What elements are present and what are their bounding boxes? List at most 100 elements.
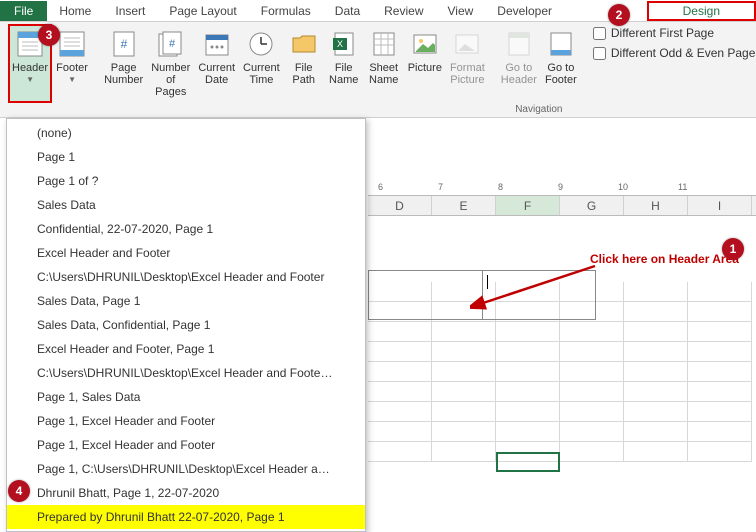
tab-data[interactable]: Data: [323, 1, 372, 21]
ruler-tick: 7: [438, 182, 443, 192]
goto-footer-button[interactable]: Go to Footer: [541, 24, 581, 103]
page-number-button[interactable]: # Page Number: [100, 24, 147, 103]
dd-item[interactable]: Page 1: [7, 145, 365, 169]
current-date-label: Current Date: [198, 62, 235, 86]
footer-icon: [56, 28, 88, 60]
goto-header-label: Go to Header: [501, 62, 537, 86]
tab-view[interactable]: View: [436, 1, 486, 21]
chevron-down-icon: ▼: [68, 75, 76, 84]
goto-footer-icon: [545, 28, 577, 60]
diff-first-label: Different First Page: [611, 26, 714, 40]
page-number-icon: #: [108, 28, 140, 60]
goto-footer-label: Go to Footer: [545, 62, 577, 86]
badge-1: 1: [722, 238, 744, 260]
dd-item[interactable]: Sales Data, Page 1: [7, 289, 365, 313]
header-presets-dropdown: (none) Page 1 Page 1 of ? Sales Data Con…: [6, 118, 366, 532]
chevron-down-icon: ▼: [26, 75, 34, 84]
number-of-pages-icon: #: [155, 28, 187, 60]
group-navigation: Go to Header Go to Footer Navigation: [493, 24, 585, 117]
format-picture-label: Format Picture: [450, 62, 485, 86]
annotation-text: Click here on Header Area: [590, 252, 739, 266]
dd-item[interactable]: Dhrunil Bhatt, Page 1, 22-07-2020: [7, 481, 365, 505]
header-button-label: Header: [12, 62, 48, 74]
badge-2: 2: [608, 4, 630, 26]
horizontal-ruler: 6 7 8 9 10 11: [368, 180, 756, 196]
calendar-icon: [201, 28, 233, 60]
sheet-name-button[interactable]: Sheet Name: [364, 24, 404, 103]
dd-item[interactable]: Page 1, Sales Data: [7, 385, 365, 409]
ribbon: Header ▼ Footer ▼ # Page Number # Number…: [0, 22, 756, 118]
ruler-tick: 8: [498, 182, 503, 192]
different-first-page-checkbox[interactable]: Different First Page: [593, 26, 756, 40]
dd-item[interactable]: (none): [7, 121, 365, 145]
ruler-tick: 6: [378, 182, 383, 192]
dd-item[interactable]: Page 1, C:\Users\DHRUNIL\Desktop\Excel H…: [7, 457, 365, 481]
column-header[interactable]: E: [432, 196, 496, 215]
ribbon-tabs: File Home Insert Page Layout Formulas Da…: [0, 0, 756, 22]
column-header[interactable]: H: [624, 196, 688, 215]
tab-home[interactable]: Home: [47, 1, 103, 21]
badge-4: 4: [8, 480, 30, 502]
svg-text:#: #: [120, 37, 127, 51]
column-header[interactable]: F: [496, 196, 560, 215]
ruler-tick: 11: [678, 182, 687, 192]
folder-icon: [288, 28, 320, 60]
format-picture-button: Format Picture: [446, 24, 489, 103]
file-path-label: File Path: [288, 62, 320, 86]
current-time-button[interactable]: Current Time: [239, 24, 284, 103]
tab-page-layout[interactable]: Page Layout: [157, 1, 248, 21]
column-header[interactable]: D: [368, 196, 432, 215]
file-name-button[interactable]: X File Name: [324, 24, 364, 103]
current-date-button[interactable]: Current Date: [194, 24, 239, 103]
tab-review[interactable]: Review: [372, 1, 435, 21]
picture-label: Picture: [408, 62, 442, 74]
dd-item[interactable]: Page 1, Excel Header and Footer: [7, 433, 365, 457]
number-of-pages-button[interactable]: # Number of Pages: [147, 24, 194, 103]
dd-item[interactable]: Page 1, Excel Header and Footer: [7, 409, 365, 433]
dd-item-highlighted[interactable]: Prepared by Dhrunil Bhatt 22-07-2020, Pa…: [7, 505, 365, 529]
tab-design[interactable]: Design: [647, 1, 756, 21]
group-elements: # Page Number # Number of Pages Current …: [96, 24, 493, 117]
badge-3: 3: [38, 24, 60, 46]
clock-icon: [245, 28, 277, 60]
diff-odd-even-label: Different Odd & Even Pages: [611, 46, 756, 60]
goto-header-icon: [503, 28, 535, 60]
header-left-segment[interactable]: [369, 271, 483, 319]
page-number-label: Page Number: [104, 62, 143, 86]
file-name-label: File Name: [328, 62, 360, 86]
navigation-group-label: Navigation: [497, 103, 581, 117]
sheet-name-label: Sheet Name: [368, 62, 400, 86]
checkbox-diff-first[interactable]: [593, 27, 606, 40]
picture-icon: [409, 28, 441, 60]
tab-formulas[interactable]: Formulas: [249, 1, 323, 21]
worksheet-area: 6 7 8 9 10 11 D E F G H I: [368, 180, 756, 525]
ruler-tick: 9: [558, 182, 563, 192]
file-path-button[interactable]: File Path: [284, 24, 324, 103]
tab-developer[interactable]: Developer: [485, 1, 564, 21]
dd-item[interactable]: Excel Header and Footer, Page 1: [7, 337, 365, 361]
dd-item[interactable]: Sales Data, Confidential, Page 1: [7, 313, 365, 337]
dd-item[interactable]: Page 1 of ?: [7, 169, 365, 193]
annotation-arrow: [470, 262, 600, 312]
format-picture-icon: [451, 28, 483, 60]
ruler-tick: 10: [618, 182, 628, 192]
picture-button[interactable]: Picture: [404, 24, 446, 103]
svg-text:#: #: [169, 38, 176, 50]
sheet-icon: [368, 28, 400, 60]
dd-item[interactable]: C:\Users\DHRUNIL\Desktop\Excel Header an…: [7, 361, 365, 385]
column-header[interactable]: I: [688, 196, 752, 215]
different-odd-even-checkbox[interactable]: Different Odd & Even Pages: [593, 46, 756, 60]
tab-file[interactable]: File: [0, 1, 47, 21]
checkbox-diff-odd-even[interactable]: [593, 47, 606, 60]
active-cell-selection: [496, 452, 560, 472]
dd-item[interactable]: Confidential, 22-07-2020, Page 1: [7, 217, 365, 241]
dd-item[interactable]: C:\Users\DHRUNIL\Desktop\Excel Header an…: [7, 265, 365, 289]
goto-header-button: Go to Header: [497, 24, 541, 103]
footer-button-label: Footer: [56, 62, 88, 74]
dd-item[interactable]: Excel Header and Footer: [7, 241, 365, 265]
current-time-label: Current Time: [243, 62, 280, 86]
tab-insert[interactable]: Insert: [103, 1, 157, 21]
column-headers: D E F G H I: [368, 196, 756, 216]
column-header[interactable]: G: [560, 196, 624, 215]
dd-item[interactable]: Sales Data: [7, 193, 365, 217]
